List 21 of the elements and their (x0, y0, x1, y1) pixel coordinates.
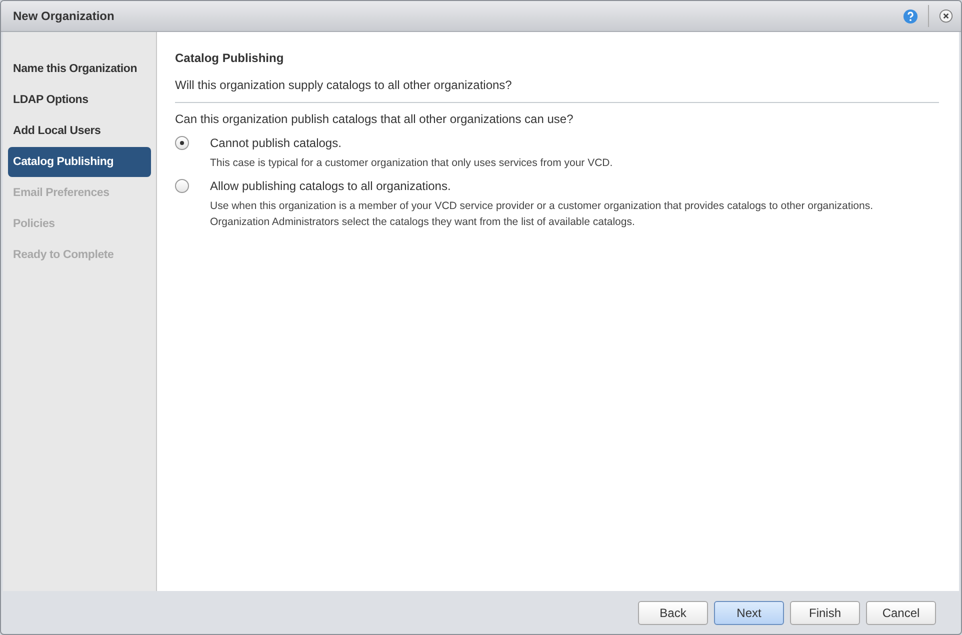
wizard-step[interactable]: Catalog Publishing (8, 147, 151, 177)
dialog-button[interactable]: Back (638, 600, 708, 624)
wizard-step[interactable]: LDAP Options (8, 85, 151, 115)
dialog-button[interactable]: Cancel (866, 600, 936, 624)
option-description: This case is typical for a customer organization that only uses services from your VCD. (210, 156, 613, 171)
option-description: Organization Administrators select the catalogs they want from the list of available catalogs. (210, 215, 636, 230)
wizard-step[interactable]: Add Local Users (8, 116, 151, 146)
wizard-step[interactable]: Name this Organization (8, 54, 151, 84)
radio-button[interactable] (175, 179, 189, 193)
page-subtitle: Will this organization supply catalogs to all other organizations? (175, 78, 939, 103)
close-icon[interactable] (939, 9, 953, 23)
option-label: Cannot publish catalogs. (210, 136, 342, 150)
radio-button[interactable] (175, 136, 189, 150)
page-heading: Catalog Publishing (175, 51, 285, 65)
option-description: Use when this organization is a member of your VCD service provider or a customer organization that provides catalogs to other organizations. (210, 199, 873, 214)
question-text: Can this organization publish catalogs that all other organizations can use? (175, 112, 574, 126)
help-icon[interactable] (903, 8, 918, 24)
option-label: Allow publishing catalogs to all organizations. (210, 179, 452, 193)
dialog-button[interactable]: Next (714, 600, 784, 624)
dialog-button[interactable]: Finish (790, 600, 860, 624)
window-title: New Organization (13, 9, 116, 23)
